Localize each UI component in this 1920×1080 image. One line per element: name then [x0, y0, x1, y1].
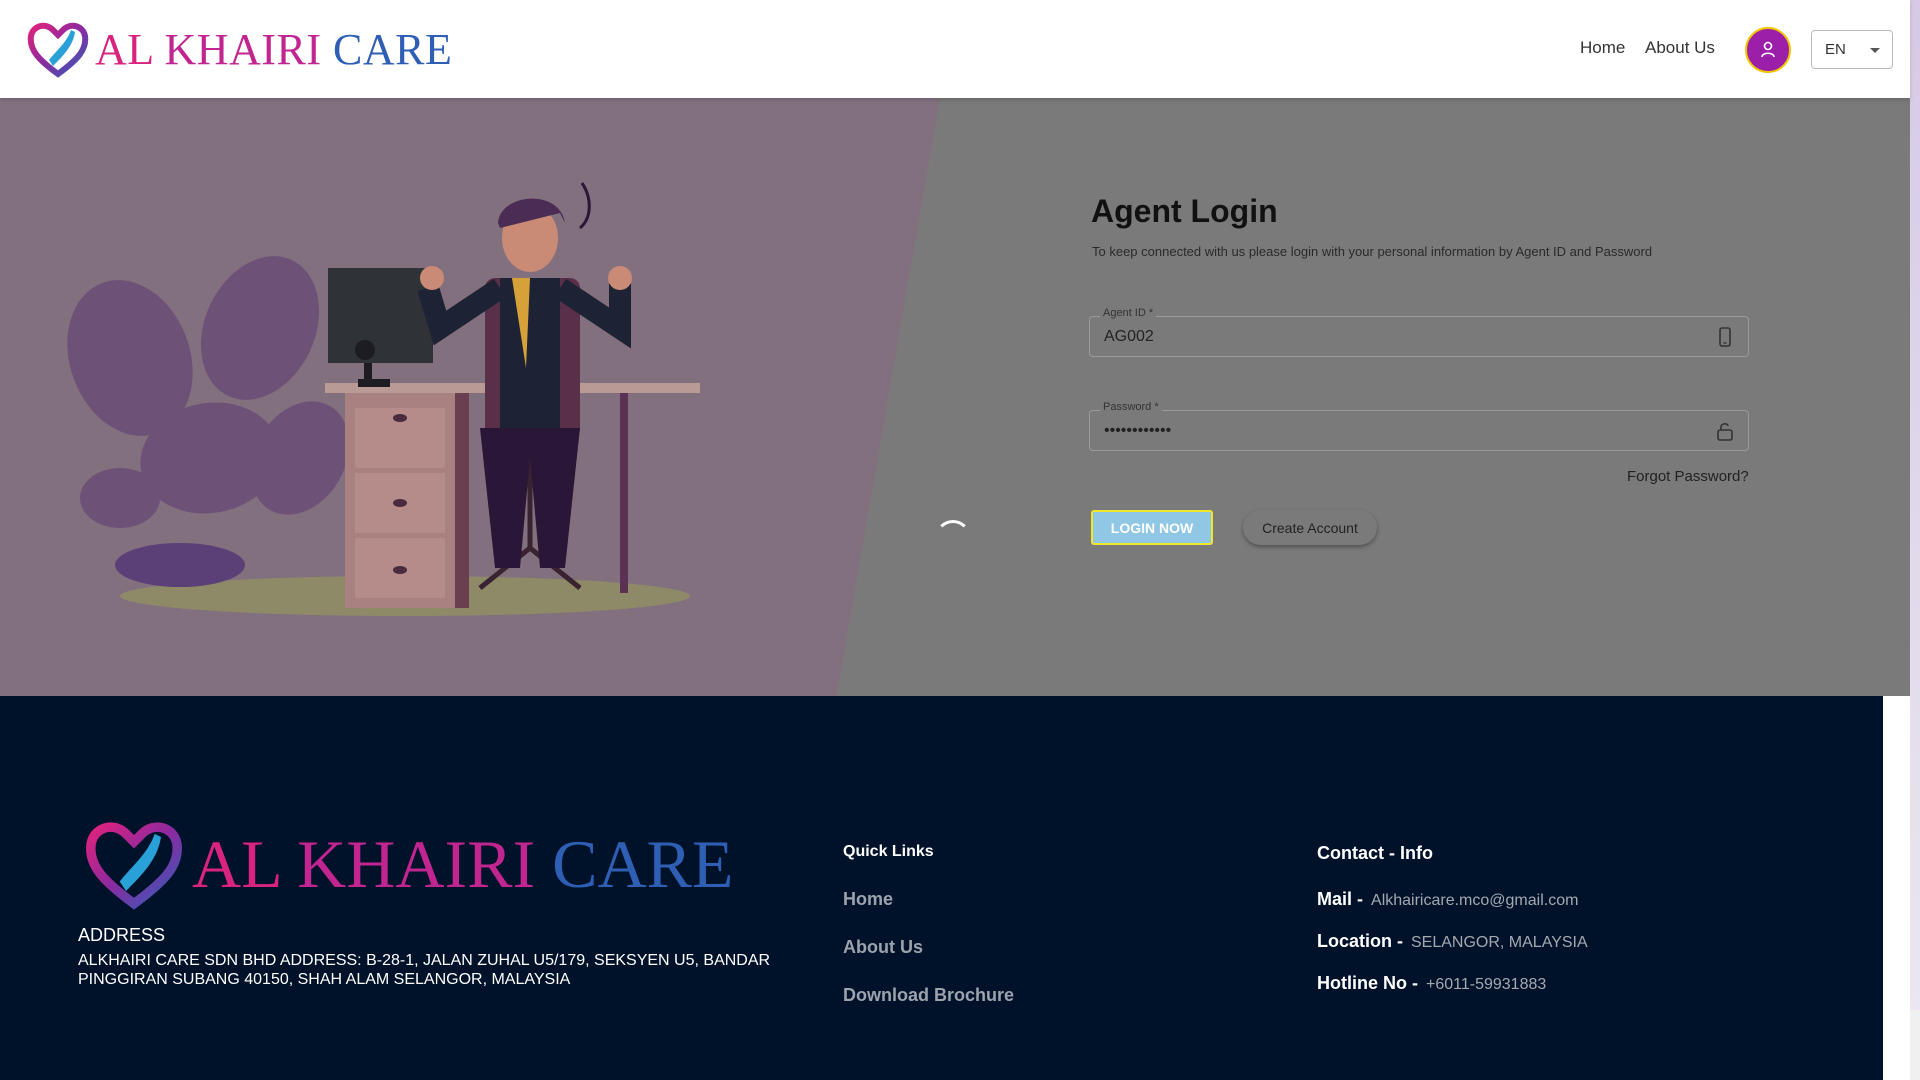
hero-illustration-panel	[0, 98, 940, 696]
hotline-label: Hotline No -	[1317, 973, 1418, 993]
footer-link-about[interactable]: About Us	[843, 937, 923, 958]
user-icon	[1761, 41, 1775, 58]
scrollbar-thumb[interactable]	[1910, 0, 1920, 1010]
address-heading: ADDRESS	[78, 925, 166, 945]
location-label: Location -	[1317, 931, 1403, 951]
footer-link-home[interactable]: Home	[843, 889, 893, 910]
heart-hands-icon	[86, 822, 182, 910]
chevron-down-icon	[1870, 48, 1880, 53]
create-account-button[interactable]: Create Account	[1243, 510, 1377, 545]
footer-link-brochure[interactable]: Download Brochure	[843, 985, 1014, 1006]
password-label: Password *	[1100, 401, 1162, 413]
nav-about-link[interactable]: About Us	[1645, 38, 1715, 58]
password-field[interactable]: Password * ••••••••••••	[1089, 401, 1749, 451]
language-select[interactable]: EN	[1811, 30, 1893, 69]
address-text: ALKHAIRI CARE SDN BHD ADDRESS: B-28-1, J…	[78, 952, 771, 988]
contact-heading: Contact - Info	[1317, 843, 1433, 863]
heart-hands-icon	[27, 22, 89, 78]
login-hero	[0, 98, 1910, 696]
language-value: EN	[1825, 41, 1846, 58]
brand-logo[interactable]: AL KHAIRI CARE	[27, 20, 452, 78]
unlock-icon[interactable]	[1716, 421, 1734, 441]
mobile-phone-icon	[1719, 327, 1731, 347]
agent-id-input[interactable]	[1104, 328, 1684, 346]
nav-home-link[interactable]: Home	[1580, 38, 1625, 58]
footer-brand-logo[interactable]: AL KHAIRI CARE	[84, 818, 733, 910]
page-title: Agent Login	[1091, 193, 1278, 229]
location-value: SELANGOR, MALAYSIA	[1411, 934, 1588, 951]
login-button[interactable]: LOGIN NOW	[1091, 510, 1213, 545]
brand-name: AL KHAIRI CARE	[95, 24, 453, 74]
login-subtitle: To keep connected with us please login w…	[1092, 244, 1653, 259]
quick-links-heading: Quick Links	[843, 843, 934, 860]
agent-id-label: Agent ID *	[1100, 307, 1157, 319]
hotline-value[interactable]: +6011-59931883	[1426, 976, 1546, 994]
contact-hotline: Hotline No - +6011-59931883	[1317, 973, 1546, 994]
contact-location: Location - SELANGOR, MALAYSIA	[1317, 931, 1588, 952]
mail-label: Mail -	[1317, 889, 1364, 909]
user-avatar-button[interactable]	[1745, 27, 1791, 73]
loading-spinner	[935, 520, 971, 556]
top-header: AL KHAIRI CARE Home About Us EN	[0, 0, 1910, 98]
forgot-password-link[interactable]: Forgot Password?	[1627, 468, 1749, 485]
password-input[interactable]: ••••••••••••	[1104, 422, 1684, 440]
office-worker-illustration	[67, 182, 700, 616]
mail-value[interactable]: Alkhairicare.mco@gmail.com	[1371, 892, 1578, 910]
contact-mail: Mail - Alkhairicare.mco@gmail.com	[1317, 889, 1578, 910]
agent-id-field[interactable]: Agent ID *	[1089, 307, 1749, 357]
footer-brand-name: AL KHAIRI CARE	[192, 825, 734, 902]
